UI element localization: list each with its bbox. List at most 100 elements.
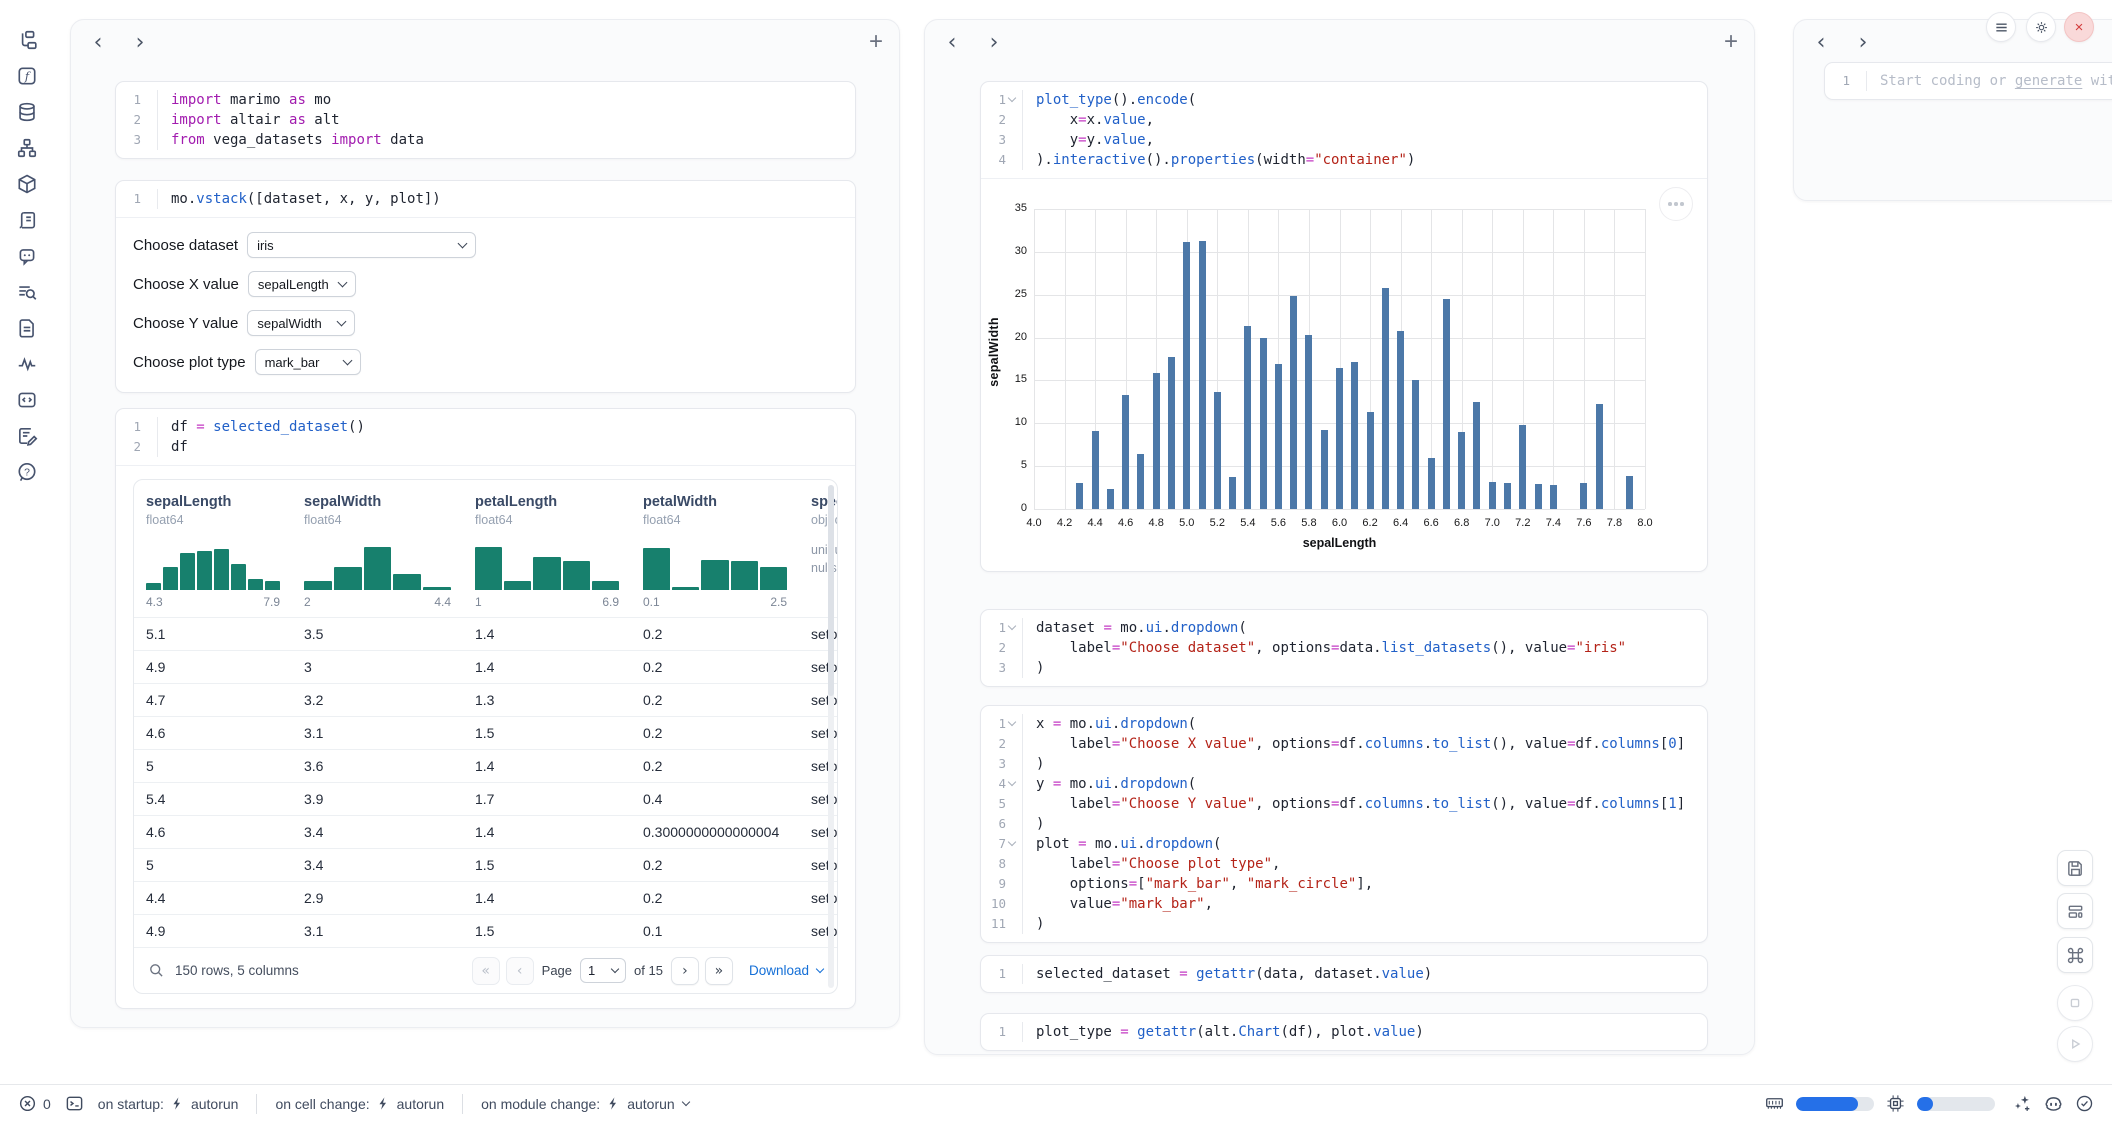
panel-next-button[interactable]: › [1852, 32, 1874, 54]
code-line: 1mo.vstack([dataset, x, y, plot]) [116, 189, 855, 209]
function-icon[interactable]: f [16, 65, 38, 87]
terminal-button[interactable] [65, 1094, 84, 1113]
database-icon[interactable] [16, 101, 38, 123]
column-header[interactable]: sepalWidthfloat6424.4 [292, 494, 463, 609]
column-histogram [304, 538, 451, 590]
table-cell: 3.6 [292, 758, 463, 774]
package-icon[interactable] [16, 173, 38, 195]
column-header[interactable]: petalLengthfloat6416.9 [463, 494, 631, 609]
code-line: 1import marimo as mo [116, 90, 855, 110]
file-tree-icon[interactable] [16, 29, 38, 51]
close-icon: × [2075, 19, 2084, 36]
download-button[interactable]: Download [749, 963, 823, 978]
code-line: 1df = selected_dataset() [116, 417, 855, 437]
line-number: 1 [116, 189, 158, 209]
panel-prev-button[interactable]: ‹ [1810, 32, 1832, 54]
logs-search-icon[interactable] [16, 281, 38, 303]
table-scrollbar[interactable] [828, 485, 834, 988]
scratchpad-panel: ‹ › 1 Start coding or generate with AI [1793, 19, 2112, 201]
ai-sparkles-icon[interactable] [2013, 1094, 2032, 1113]
code-editor[interactable]: 1import marimo as mo2import altair as al… [116, 82, 855, 158]
run-button[interactable] [2057, 1026, 2093, 1062]
panel-next-button[interactable]: › [983, 32, 1005, 54]
panel-prev-button[interactable]: ‹ [87, 32, 109, 54]
help-icon[interactable]: ? [16, 461, 38, 483]
tracing-icon[interactable] [16, 353, 38, 375]
save-button[interactable] [2057, 850, 2093, 886]
fold-chevron-icon[interactable] [1008, 94, 1016, 102]
code-editor[interactable]: 1df = selected_dataset()2df [116, 409, 855, 465]
dropdown-select[interactable]: sepalLength [248, 271, 356, 297]
dropdown-select[interactable]: iris [247, 232, 476, 258]
gridline [1034, 338, 1645, 339]
table-cell: 3.2 [292, 692, 463, 708]
line-number: 6 [981, 814, 1023, 834]
shutdown-button[interactable]: × [2064, 12, 2094, 42]
search-icon[interactable] [148, 962, 165, 979]
dependency-graph-icon[interactable] [16, 137, 38, 159]
last-page-button[interactable]: » [705, 957, 733, 985]
add-cell-button[interactable]: + [869, 30, 883, 54]
gridline [1034, 295, 1645, 296]
script-icon[interactable] [16, 209, 38, 231]
chart-plot-area[interactable] [1034, 209, 1645, 509]
prev-page-button[interactable]: ‹ [506, 957, 534, 985]
line-number: 2 [116, 110, 158, 130]
code-editor[interactable]: 1selected_dataset = getattr(data, datase… [981, 956, 1707, 992]
scratchpad-icon[interactable] [16, 425, 38, 447]
chevron-down-icon [681, 1097, 689, 1105]
table-row: 53.41.50.2setosa [134, 848, 837, 881]
connection-status-icon[interactable] [2075, 1094, 2094, 1113]
x-tick-label: 7.0 [1475, 517, 1509, 529]
chart-bar [1519, 425, 1526, 509]
table-cell: 3.1 [292, 725, 463, 741]
stop-button[interactable] [2057, 985, 2093, 1021]
panel-prev-button[interactable]: ‹ [941, 32, 963, 54]
dropdown-select[interactable]: mark_bar [255, 349, 361, 375]
code-cell-selected-dataset: 1selected_dataset = getattr(data, datase… [980, 955, 1708, 993]
scratchpad-editor[interactable]: 1 Start coding or generate with AI [1825, 63, 2112, 99]
table-cell: 3.9 [292, 791, 463, 807]
document-icon[interactable] [16, 317, 38, 339]
copilot-icon[interactable] [2044, 1094, 2063, 1113]
dropdown-select[interactable]: sepalWidth [247, 310, 355, 336]
chart-bar [1443, 299, 1450, 509]
panel-next-button[interactable]: › [129, 32, 151, 54]
code-editor[interactable]: 1plot_type().encode(2 x=x.value,3 y=y.va… [981, 82, 1707, 178]
first-page-button[interactable]: « [472, 957, 500, 985]
fold-chevron-icon[interactable] [1008, 778, 1016, 786]
run-mode-toggle[interactable]: on cell change:autorun [275, 1096, 444, 1112]
layout-button[interactable] [2057, 893, 2093, 929]
next-page-button[interactable]: › [671, 957, 699, 985]
chart-bar [1305, 335, 1312, 509]
table-cell: 2.9 [292, 890, 463, 906]
column-type: float64 [643, 513, 787, 527]
add-cell-button[interactable]: + [1724, 30, 1738, 54]
generate-link[interactable]: generate [2015, 73, 2082, 89]
table-cell: 0.2 [631, 626, 799, 642]
page-select[interactable]: 1 [580, 958, 626, 983]
chart-menu-button[interactable] [1659, 187, 1693, 221]
command-palette-button[interactable] [2057, 937, 2093, 973]
code-line: 2import altair as alt [116, 110, 855, 130]
fold-chevron-icon[interactable] [1008, 718, 1016, 726]
menu-button[interactable] [1986, 12, 2016, 42]
run-mode-toggle[interactable]: on startup:autorun [98, 1096, 239, 1112]
column-header[interactable]: petalWidthfloat640.12.5 [631, 494, 799, 609]
chevron-down-icon [342, 355, 352, 365]
column-header[interactable]: sepalLengthfloat644.37.9 [134, 494, 292, 609]
chart-bar [1153, 373, 1160, 509]
error-count-badge[interactable]: 0 [18, 1094, 51, 1113]
scratchpad-cell: 1 Start coding or generate with AI [1824, 62, 2112, 100]
y-tick-label: 5 [987, 459, 1027, 471]
code-editor[interactable]: 1mo.vstack([dataset, x, y, plot]) [116, 181, 855, 217]
code-editor[interactable]: 1x = mo.ui.dropdown(2 label="Choose X va… [981, 706, 1707, 942]
fold-chevron-icon[interactable] [1008, 622, 1016, 630]
run-mode-toggle[interactable]: on module change:autorun [481, 1096, 689, 1112]
code-editor[interactable]: 1dataset = mo.ui.dropdown(2 label="Choos… [981, 610, 1707, 686]
settings-button[interactable] [2026, 12, 2056, 42]
code-editor[interactable]: 1plot_type = getattr(alt.Chart(df), plot… [981, 1014, 1707, 1050]
fold-chevron-icon[interactable] [1008, 838, 1016, 846]
snippets-icon[interactable] [16, 389, 38, 411]
chat-bot-icon[interactable] [16, 245, 38, 267]
